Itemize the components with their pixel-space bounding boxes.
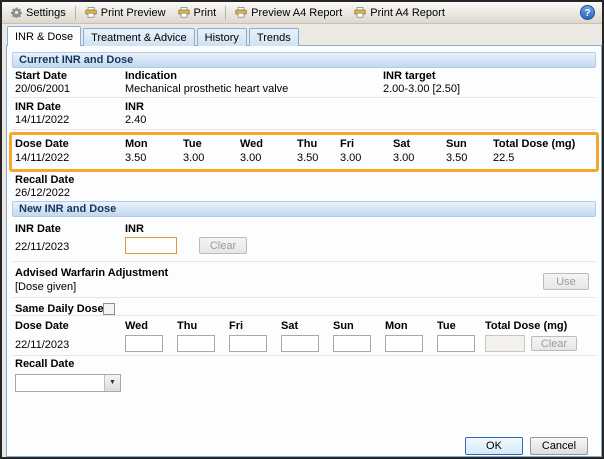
current-total-dose-label: Total Dose (mg) [493,138,575,150]
preview-a4-report-label: Preview A4 Report [251,7,342,19]
use-button[interactable]: Use [543,273,589,290]
start-date-value: 20/06/2001 [15,83,70,95]
current-total-dose-value: 22.5 [493,152,514,164]
clear-doses-button[interactable]: Clear [531,336,577,351]
settings-button[interactable]: Settings [6,5,71,21]
settings-icon [11,7,22,18]
new-inr-date-label: INR Date [15,223,61,235]
separator [12,315,596,316]
dialog-window: Settings Print Preview Print Preview A4 … [0,0,604,459]
new-day-label: Sun [333,320,354,332]
separator [12,355,596,356]
toolbar: Settings Print Preview Print Preview A4 … [2,2,602,24]
current-inr-date-value: 14/11/2022 [15,114,69,126]
new-day-label: Mon [385,320,408,332]
new-dose-date-label: Dose Date [15,320,69,332]
new-day-label: Tue [437,320,456,332]
same-daily-dose-checkbox[interactable] [103,303,115,315]
current-day-label: Fri [340,138,354,150]
new-day-label: Thu [177,320,197,332]
settings-label: Settings [26,7,66,19]
current-dose-value: 3.50 [446,152,467,164]
print-icon [178,7,190,18]
new-inr-date-value: 22/11/2023 [15,241,69,253]
tab-treatment-advice[interactable]: Treatment & Advice [83,28,195,46]
dose-input-fri[interactable] [229,335,267,352]
print-a4-report-icon [354,7,366,18]
current-dose-date-label: Dose Date [15,138,69,150]
dose-input-sat[interactable] [281,335,319,352]
tab-trends[interactable]: Trends [249,28,299,46]
new-dose-date-value: 22/11/2023 [15,339,69,351]
print-preview-label: Print Preview [101,7,166,19]
dose-input-thu[interactable] [177,335,215,352]
current-dose-value: 3.50 [125,152,146,164]
current-day-label: Tue [183,138,202,150]
preview-a4-report-button[interactable]: Preview A4 Report [230,5,347,21]
new-inr-label: INR [125,223,144,235]
indication-label: Indication [125,70,177,82]
current-day-label: Sun [446,138,467,150]
current-day-label: Mon [125,138,148,150]
recall-date-dropdown[interactable]: ▼ [15,374,121,392]
start-date-label: Start Date [15,70,67,82]
print-a4-report-label: Print A4 Report [370,7,445,19]
tab-bar: INR & Dose Treatment & Advice History Tr… [7,26,299,46]
new-recall-date-label: Recall Date [15,358,74,370]
current-inr-date-label: INR Date [15,101,61,113]
inr-target-label: INR target [383,70,436,82]
tab-history[interactable]: History [197,28,247,46]
new-day-label: Wed [125,320,148,332]
current-dose-value: 3.00 [240,152,261,164]
current-day-label: Sat [393,138,410,150]
same-daily-dose-label: Same Daily Dose [15,303,104,315]
current-dose-value: 3.50 [297,152,318,164]
toolbar-separator [75,6,76,20]
current-recall-date-label: Recall Date [15,174,74,186]
advised-adjustment-label: Advised Warfarin Adjustment [15,267,168,279]
dose-given-value: [Dose given] [15,281,76,293]
separator [12,129,596,130]
new-day-label: Fri [229,320,243,332]
new-inr-input[interactable] [125,237,177,254]
separator [12,97,596,98]
separator [12,261,596,262]
tab-inr-dose[interactable]: INR & Dose [7,26,81,46]
dose-input-mon[interactable] [385,335,423,352]
current-dose-value: 3.00 [183,152,204,164]
new-day-label: Sat [281,320,298,332]
inr-dose-panel: Current INR and Dose Start Date Indicati… [6,45,602,457]
current-recall-date-value: 26/12/2022 [15,187,70,199]
print-a4-report-button[interactable]: Print A4 Report [349,5,450,21]
toolbar-separator [225,6,226,20]
print-label: Print [194,7,217,19]
print-preview-icon [85,7,97,18]
dose-input-sun[interactable] [333,335,371,352]
new-section-header: New INR and Dose [12,201,596,217]
clear-inr-button[interactable]: Clear [199,237,247,254]
print-preview-button[interactable]: Print Preview [80,5,171,21]
new-total-dose-field [485,335,525,352]
current-day-label: Thu [297,138,317,150]
preview-a4-report-icon [235,7,247,18]
help-button[interactable]: ? [580,5,595,20]
chevron-down-icon[interactable]: ▼ [104,375,120,391]
ok-button[interactable]: OK [465,437,523,455]
dose-input-tue[interactable] [437,335,475,352]
indication-value: Mechanical prosthetic heart valve [125,83,288,95]
current-dose-date-value: 14/11/2022 [15,152,69,164]
current-day-label: Wed [240,138,263,150]
print-button[interactable]: Print [173,5,222,21]
current-inr-label: INR [125,101,144,113]
new-total-dose-label: Total Dose (mg) [485,320,567,332]
separator [12,297,596,298]
dose-input-wed[interactable] [125,335,163,352]
current-dose-value: 3.00 [393,152,414,164]
current-dose-value: 3.00 [340,152,361,164]
cancel-button[interactable]: Cancel [530,437,588,455]
current-inr-value: 2.40 [125,114,146,126]
inr-target-value: 2.00-3.00 [2.50] [383,83,460,95]
current-section-header: Current INR and Dose [12,52,596,68]
